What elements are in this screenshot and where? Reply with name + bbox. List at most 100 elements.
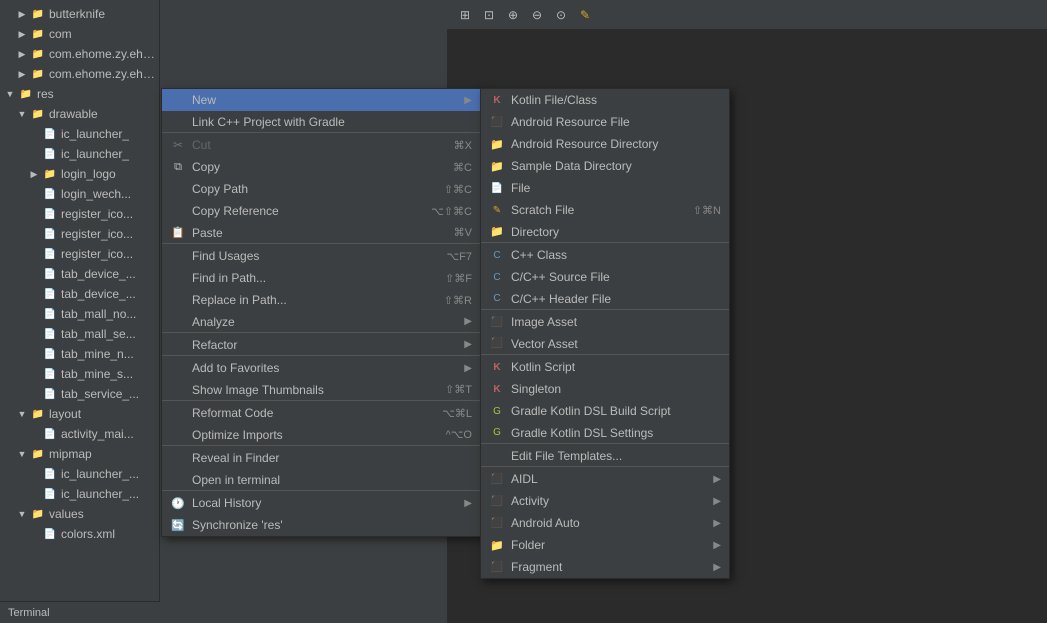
menu-item-reveal[interactable]: Reveal in Finder xyxy=(162,447,480,469)
tree-item-layout[interactable]: ▼ 📁 layout xyxy=(0,404,159,424)
tree-item-reg1[interactable]: ▶ 📄 register_ico... xyxy=(0,204,159,224)
tree-item-com[interactable]: ▶ 📁 com xyxy=(0,24,159,44)
tree-item-mipmap-ic1[interactable]: ▶ 📄 ic_launcher_... xyxy=(0,464,159,484)
tree-item-mipmap-ic2[interactable]: ▶ 📄 ic_launcher_... xyxy=(0,484,159,504)
tree-item-tab2[interactable]: ▶ 📄 tab_device_... xyxy=(0,284,159,304)
menu-item-replace-path[interactable]: Replace in Path... ⇧⌘R xyxy=(162,289,480,311)
menu-item-reformat[interactable]: Reformat Code ⌥⌘L xyxy=(162,402,480,424)
tree-label: ic_launcher_... xyxy=(61,487,139,501)
tree-item-login-wech[interactable]: ▶ 📄 login_wech... xyxy=(0,184,159,204)
menu-label-local-history: Local History xyxy=(192,496,460,510)
toolbar-btn-fit[interactable]: ⊙ xyxy=(551,5,571,25)
favorites-icon xyxy=(170,360,186,376)
submenu-item-android-res-dir[interactable]: 📁 Android Resource Directory xyxy=(481,133,729,155)
tree-item-tab4[interactable]: ▶ 📄 tab_mall_se... xyxy=(0,324,159,344)
submenu-item-aidl[interactable]: ⬛ AIDL ▶ xyxy=(481,468,729,490)
menu-item-new[interactable]: New ▶ xyxy=(162,89,480,111)
menu-label-copy-ref: Copy Reference xyxy=(192,204,423,218)
tree-item-reg2[interactable]: ▶ 📄 register_ico... xyxy=(0,224,159,244)
submenu-item-sample-data-dir[interactable]: 📁 Sample Data Directory xyxy=(481,155,729,177)
tree-item-res[interactable]: ▼ 📁 res xyxy=(0,84,159,104)
submenu-item-android-res-file[interactable]: ⬛ Android Resource File xyxy=(481,111,729,133)
submenu-item-gradle-build[interactable]: G Gradle Kotlin DSL Build Script xyxy=(481,400,729,422)
submenu-new: K Kotlin File/Class ⬛ Android Resource F… xyxy=(480,88,730,579)
menu-label-new: New xyxy=(192,93,460,107)
toolbar-btn-2[interactable]: ⊡ xyxy=(479,5,499,25)
menu-item-analyze[interactable]: Analyze ▶ xyxy=(162,311,480,333)
file-icon: 📄 xyxy=(42,306,58,322)
submenu-arrow: ▶ xyxy=(464,363,472,374)
menu-label-replace-path: Replace in Path... xyxy=(192,293,436,307)
tree-item-tab5[interactable]: ▶ 📄 tab_mine_n... xyxy=(0,344,159,364)
menu-item-copy[interactable]: ⧉ Copy ⌘C xyxy=(162,156,480,178)
submenu-arrow: ▶ xyxy=(713,518,721,529)
tree-item-ic1[interactable]: ▶ 📄 ic_launcher_ xyxy=(0,124,159,144)
tree-item-tab1[interactable]: ▶ 📄 tab_device_... xyxy=(0,264,159,284)
tree-item-activity-main[interactable]: ▶ 📄 activity_mai... xyxy=(0,424,159,444)
toolbar-btn-zoom-out[interactable]: ⊖ xyxy=(527,5,547,25)
optimize-icon xyxy=(170,427,186,443)
vector-asset-icon: ⬛ xyxy=(489,336,505,352)
submenu-item-image-asset[interactable]: ⬛ Image Asset xyxy=(481,311,729,333)
menu-label-reformat: Reformat Code xyxy=(192,406,434,420)
tree-item-mipmap[interactable]: ▼ 📁 mipmap xyxy=(0,444,159,464)
tree-item-ehometest1[interactable]: ▶ 📁 com.ehome.zy.ehometest xyxy=(0,44,159,64)
menu-item-favorites[interactable]: Add to Favorites ▶ xyxy=(162,357,480,379)
gradle-build-icon: G xyxy=(489,403,505,419)
menu-item-terminal[interactable]: Open in terminal xyxy=(162,469,480,491)
tree-label: com.ehome.zy.ehometest xyxy=(49,67,155,81)
tree-item-tab3[interactable]: ▶ 📄 tab_mall_no... xyxy=(0,304,159,324)
tree-item-ic2[interactable]: ▶ 📄 ic_launcher_ xyxy=(0,144,159,164)
submenu-item-activity[interactable]: ⬛ Activity ▶ xyxy=(481,490,729,512)
menu-item-link-cpp[interactable]: Link C++ Project with Gradle xyxy=(162,111,480,133)
menu-item-thumbnails[interactable]: Show Image Thumbnails ⇧⌘T xyxy=(162,379,480,401)
menu-item-find-path[interactable]: Find in Path... ⇧⌘F xyxy=(162,267,480,289)
local-history-icon: 🕐 xyxy=(170,495,186,511)
submenu-item-kotlin-script[interactable]: K Kotlin Script xyxy=(481,356,729,378)
file-tree: ▶ 📁 butterknife ▶ 📁 com ▶ 📁 com.ehome.zy… xyxy=(0,0,160,623)
menu-item-local-history[interactable]: 🕐 Local History ▶ xyxy=(162,492,480,514)
tree-item-values[interactable]: ▼ 📁 values xyxy=(0,504,159,524)
submenu-arrow: ▶ xyxy=(464,316,472,327)
tree-item-ehometest2[interactable]: ▶ 📁 com.ehome.zy.ehometest xyxy=(0,64,159,84)
submenu-item-cpp-class[interactable]: C C++ Class xyxy=(481,244,729,266)
submenu-item-fragment[interactable]: ⬛ Fragment ▶ xyxy=(481,556,729,578)
menu-item-refactor[interactable]: Refactor ▶ xyxy=(162,334,480,356)
menu-item-paste[interactable]: 📋 Paste ⌘V xyxy=(162,222,480,244)
submenu-item-folder[interactable]: 📁 Folder ▶ xyxy=(481,534,729,556)
tree-item-drawable[interactable]: ▼ 📁 drawable xyxy=(0,104,159,124)
submenu-item-edit-templates[interactable]: Edit File Templates... xyxy=(481,445,729,467)
toolbar-btn-zoom-in[interactable]: ⊕ xyxy=(503,5,523,25)
tree-item-tab7[interactable]: ▶ 📄 tab_service_... xyxy=(0,384,159,404)
fragment-icon: ⬛ xyxy=(489,559,505,575)
tree-item-colors[interactable]: ▶ 📄 colors.xml xyxy=(0,524,159,544)
file-icon: 📄 xyxy=(42,266,58,282)
submenu-item-android-auto[interactable]: ⬛ Android Auto ▶ xyxy=(481,512,729,534)
tree-arrow: ▼ xyxy=(4,88,16,100)
submenu-item-file[interactable]: 📄 File xyxy=(481,177,729,199)
submenu-item-vector-asset[interactable]: ⬛ Vector Asset xyxy=(481,333,729,355)
submenu-item-cpp-header[interactable]: C C/C++ Header File xyxy=(481,288,729,310)
submenu-item-kotlin-file[interactable]: K Kotlin File/Class xyxy=(481,89,729,111)
toolbar-btn-edit[interactable]: ✎ xyxy=(575,5,595,25)
menu-item-optimize[interactable]: Optimize Imports ^⌥O xyxy=(162,424,480,446)
menu-item-find-usages[interactable]: Find Usages ⌥F7 xyxy=(162,245,480,267)
tree-item-login-logo[interactable]: ▶ 📁 login_logo xyxy=(0,164,159,184)
submenu-item-gradle-settings[interactable]: G Gradle Kotlin DSL Settings xyxy=(481,422,729,444)
toolbar-btn-1[interactable]: ⊞ xyxy=(455,5,475,25)
menu-item-copy-ref[interactable]: Copy Reference ⌥⇧⌘C xyxy=(162,200,480,222)
submenu-label-vector-asset: Vector Asset xyxy=(511,337,721,351)
tree-item-tab6[interactable]: ▶ 📄 tab_mine_s... xyxy=(0,364,159,384)
menu-item-sync[interactable]: 🔄 Synchronize 'res' xyxy=(162,514,480,536)
tree-item-reg3[interactable]: ▶ 📄 register_ico... xyxy=(0,244,159,264)
menu-item-copy-path[interactable]: Copy Path ⇧⌘C xyxy=(162,178,480,200)
menu-label-copy-path: Copy Path xyxy=(192,182,436,196)
tree-item-butterknife[interactable]: ▶ 📁 butterknife xyxy=(0,4,159,24)
submenu-item-singleton[interactable]: K Singleton xyxy=(481,378,729,400)
file-icon: 📄 xyxy=(42,186,58,202)
menu-item-cut[interactable]: ✂ Cut ⌘X xyxy=(162,134,480,156)
submenu-item-directory[interactable]: 📁 Directory xyxy=(481,221,729,243)
submenu-item-cpp-source[interactable]: C C/C++ Source File xyxy=(481,266,729,288)
terminal-bar: Terminal xyxy=(0,601,160,623)
submenu-item-scratch[interactable]: ✎ Scratch File ⇧⌘N xyxy=(481,199,729,221)
